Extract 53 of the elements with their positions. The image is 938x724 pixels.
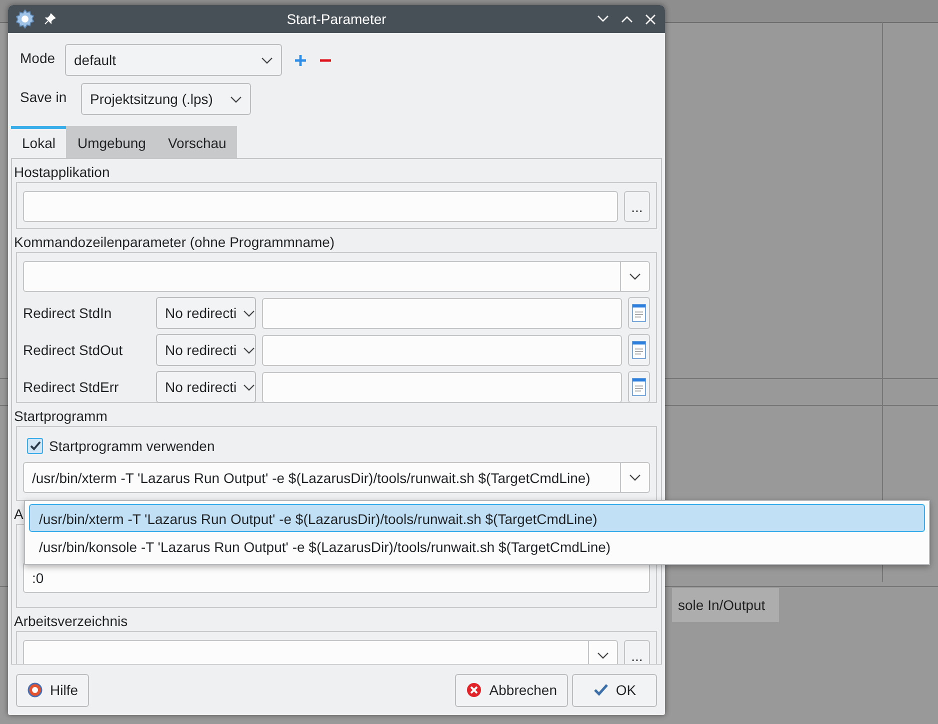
- caret-icon: [243, 310, 255, 316]
- console-tab[interactable]: sole In/Output: [672, 588, 779, 622]
- save-in-label: Save in: [20, 89, 68, 105]
- launcher-dropdown[interactable]: /usr/bin/xterm -T 'Lazarus Run Output' -e $(LazarusDir)/tools/runwait.sh $(TargetCmdLine): [23, 462, 650, 493]
- caret-icon: [597, 652, 609, 659]
- pin-icon[interactable]: [44, 13, 56, 25]
- checkbox[interactable]: [27, 438, 43, 454]
- dialog-button[interactable]: Hilfe: [16, 674, 90, 706]
- document-icon: [632, 304, 646, 322]
- add-icon[interactable]: [294, 54, 307, 66]
- input-field[interactable]: [262, 334, 622, 366]
- file-button[interactable]: [628, 334, 650, 366]
- browse-button[interactable]: ...: [624, 191, 650, 222]
- gear-icon: [15, 9, 35, 29]
- dropdown-option[interactable]: /usr/bin/xterm -T 'Lazarus Run Output' -e $(LazarusDir)/tools/runwait.sh $(TargetCmdLine): [29, 504, 925, 532]
- input-field[interactable]: :0: [23, 562, 650, 593]
- maximize-icon[interactable]: [621, 15, 633, 23]
- caret-icon: [629, 273, 641, 280]
- save-in-dropdown[interactable]: Projektsitzung (.lps): [81, 83, 251, 115]
- redirect-label: Redirect StdErr: [23, 379, 120, 395]
- tab[interactable]: Lokal: [11, 126, 66, 158]
- redirect-dropdown[interactable]: No redirecti: [156, 334, 256, 366]
- redirect-dropdown[interactable]: No redirecti: [156, 371, 256, 403]
- lifebuoy-icon: [27, 682, 43, 698]
- input-field[interactable]: [23, 191, 618, 222]
- file-button[interactable]: [628, 371, 650, 403]
- input-field[interactable]: [262, 298, 622, 328]
- caret-icon: [261, 56, 273, 64]
- minimize-icon[interactable]: [597, 15, 609, 23]
- mode-dropdown[interactable]: default: [65, 44, 282, 76]
- document-icon: [632, 378, 646, 396]
- redirect-label: Redirect StdOut: [23, 342, 124, 358]
- caret-icon: [230, 96, 242, 102]
- redirect-label: Redirect StdIn: [23, 305, 113, 321]
- close-icon[interactable]: [645, 14, 656, 24]
- dropdown-option[interactable]: /usr/bin/konsole -T 'Lazarus Run Output' -e $(LazarusDir)/tools/runwait.sh $(TargetCmdLine): [29, 532, 925, 560]
- caret-icon: [629, 474, 641, 481]
- browse-button[interactable]: ...: [624, 640, 650, 664]
- check-icon: [592, 682, 609, 698]
- checkbox-label: Startprogramm verwenden: [49, 438, 215, 454]
- redirect-dropdown[interactable]: No redirecti: [156, 297, 256, 329]
- caret-icon: [243, 346, 255, 354]
- window-title: Start-Parameter: [286, 11, 386, 27]
- tab[interactable]: Umgebung: [66, 126, 157, 158]
- document-icon: [632, 341, 646, 359]
- mode-label: Mode: [20, 50, 56, 66]
- dialog-button[interactable]: OK: [572, 674, 657, 706]
- file-button[interactable]: [628, 297, 650, 329]
- dialog-button[interactable]: Abbrechen: [455, 674, 568, 706]
- tab[interactable]: Vorschau: [156, 126, 238, 158]
- cancel-icon: [466, 682, 482, 698]
- input-field[interactable]: [262, 372, 622, 402]
- caret-icon: [243, 384, 255, 390]
